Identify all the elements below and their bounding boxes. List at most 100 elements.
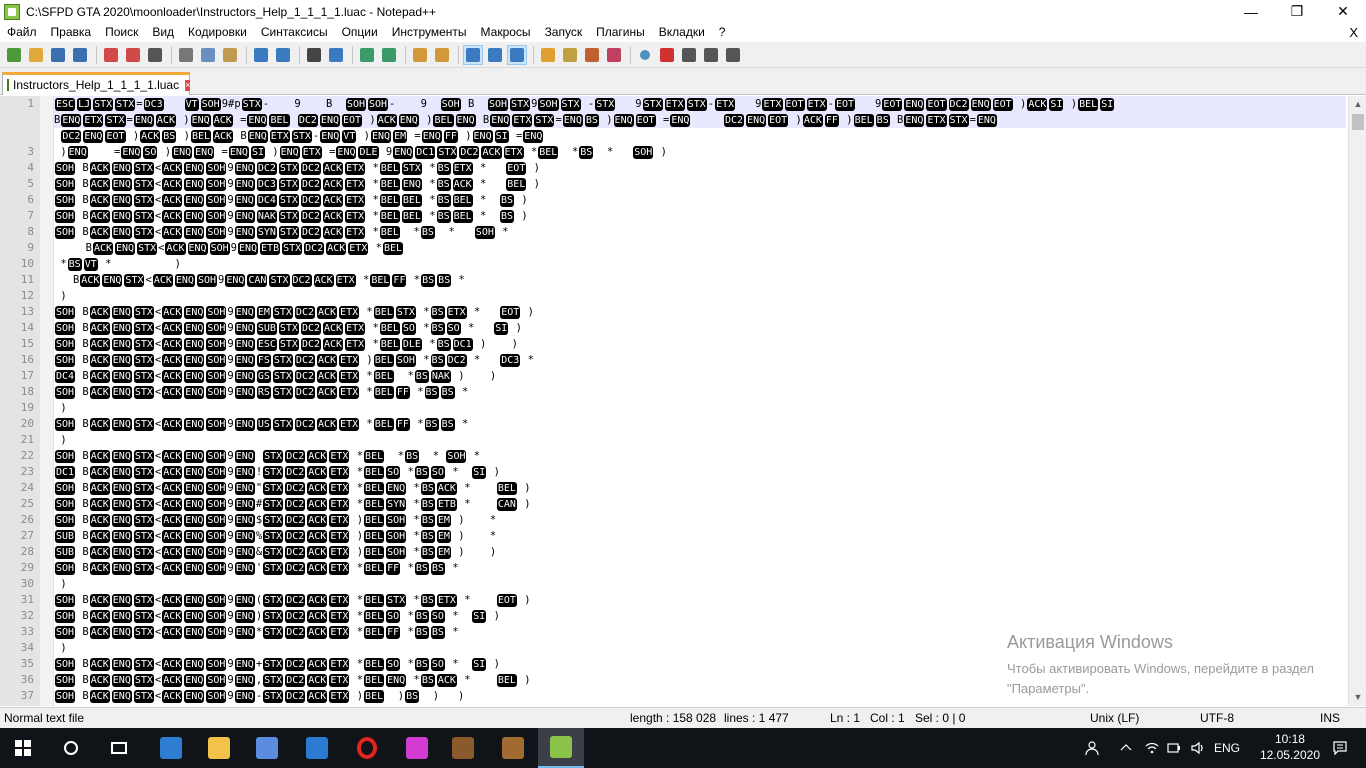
taskbar-mail[interactable] [294, 728, 340, 768]
control-char-badge: ENQ [111, 498, 132, 511]
control-char-badge: BS [420, 546, 435, 559]
menu-edit[interactable]: Правка [44, 23, 99, 42]
tab-close-icon[interactable]: × [185, 79, 191, 91]
control-char-badge: STX [93, 98, 114, 111]
close-button[interactable]: ✕ [1320, 0, 1366, 23]
replace-icon [329, 47, 343, 62]
taskbar-opera[interactable] [344, 728, 390, 768]
open-file-button[interactable] [26, 45, 46, 65]
control-char-badge: ENQ [234, 338, 255, 351]
scroll-down-icon[interactable]: ▼ [1349, 689, 1366, 706]
find-button[interactable] [304, 45, 324, 65]
control-char-badge: DC2 [285, 482, 306, 495]
control-char-badge: SOH [440, 98, 461, 111]
folder-workspace-button[interactable] [582, 45, 602, 65]
restore-button[interactable]: ❐ [1274, 0, 1320, 23]
replace-button[interactable] [326, 45, 346, 65]
control-char-badge: ACK [376, 114, 397, 127]
control-char-badge: ENQ [234, 210, 255, 223]
menu-settings[interactable]: Опции [335, 23, 385, 42]
menu-help[interactable]: ? [712, 23, 733, 42]
taskbar-search[interactable] [48, 728, 94, 768]
monitor-button[interactable] [604, 45, 624, 65]
menu-language[interactable]: Синтаксисы [254, 23, 335, 42]
control-char-badge: BEL [379, 194, 400, 207]
record-macro-button[interactable] [635, 45, 655, 65]
tray-chevron-icon[interactable] [1116, 728, 1136, 768]
language-indicator[interactable]: ENG [1212, 728, 1242, 768]
menu-window[interactable]: Вкладки [652, 23, 712, 42]
show-all-chars-button[interactable] [485, 45, 505, 65]
save-all-button[interactable] [70, 45, 90, 65]
code-area[interactable]: ESC LJ STX STX = DC3 VT SOH 9#p STX - 9 B SOH SOH -… [54, 96, 1346, 706]
function-list-button[interactable] [560, 45, 580, 65]
code-line: SOH B ACK ENQ STX < ACK ENQ SOH 9 ENQ DC4 STX DC2 ACK… [55, 194, 528, 207]
taskbar-explorer[interactable] [196, 728, 242, 768]
control-char-badge: FF [386, 562, 401, 575]
sync-h-button[interactable] [432, 45, 452, 65]
control-char-badge: ACK [162, 482, 183, 495]
menu-encoding[interactable]: Кодировки [181, 23, 254, 42]
control-char-badge: ENQ [111, 386, 132, 399]
people-icon[interactable] [1080, 728, 1104, 768]
zoom-out-button[interactable] [379, 45, 399, 65]
editor[interactable]: 1 3 4 5 6 7 8 9 10 11 12 13 14 15 16 17 18 19 20 21 22 23 24 25… [0, 96, 1366, 706]
control-char-badge: BEL [379, 226, 400, 239]
menu-search[interactable]: Поиск [98, 23, 145, 42]
sync-v-icon [413, 47, 427, 62]
close-button[interactable] [101, 45, 121, 65]
vertical-scrollbar[interactable]: ▲ ▼ [1348, 96, 1366, 706]
notifications-icon[interactable] [1320, 728, 1360, 768]
control-char-badge: STX [133, 162, 154, 175]
redo-button[interactable] [273, 45, 293, 65]
control-char-badge: ETB [260, 242, 281, 255]
control-char-badge: STX [241, 98, 262, 111]
menu-file[interactable]: Файл [0, 23, 44, 42]
word-wrap-button[interactable] [463, 44, 483, 65]
taskbar-notepadpp[interactable] [538, 728, 584, 768]
control-char-badge: ACK [162, 562, 183, 575]
undo-button[interactable] [251, 45, 271, 65]
control-char-badge: ENQ [111, 450, 132, 463]
taskbar-edge[interactable] [148, 728, 194, 768]
taskbar-store[interactable] [244, 728, 290, 768]
indent-guide-button[interactable] [507, 44, 527, 65]
copy-button[interactable] [198, 45, 218, 65]
play-macro-button[interactable] [679, 45, 699, 65]
scroll-up-icon[interactable]: ▲ [1349, 96, 1366, 113]
taskbar-start[interactable] [0, 728, 46, 768]
stop-record-button[interactable] [657, 45, 677, 65]
network-icon[interactable] [1142, 728, 1162, 768]
taskbar-task-view[interactable] [96, 728, 142, 768]
redo-icon [276, 47, 290, 62]
control-char-badge: ENQ [225, 274, 246, 287]
taskbar-game-avatar-2[interactable] [490, 728, 536, 768]
menu-view[interactable]: Вид [145, 23, 181, 42]
battery-icon[interactable] [1164, 728, 1184, 768]
scroll-thumb[interactable] [1352, 114, 1364, 130]
control-char-badge: ENQ [111, 690, 132, 703]
new-file-button[interactable] [4, 45, 24, 65]
doc-map-button[interactable] [538, 45, 558, 65]
taskbar-game-avatar-1[interactable] [440, 728, 486, 768]
control-char-badge: ACK [307, 610, 328, 623]
clock[interactable]: 10:18 12.05.2020 [1260, 731, 1320, 763]
zoom-in-button[interactable] [357, 45, 377, 65]
save-button[interactable] [48, 45, 68, 65]
tab-document[interactable]: Instructors_Help_1_1_1_1.luac × [2, 72, 191, 95]
close-all-button[interactable] [123, 45, 143, 65]
menu-macro[interactable]: Макросы [474, 23, 538, 42]
menu-run[interactable]: Запуск [538, 23, 590, 42]
minimize-button[interactable]: — [1228, 0, 1274, 23]
taskbar-app-pink[interactable] [394, 728, 440, 768]
paste-button[interactable] [220, 45, 240, 65]
volume-icon[interactable] [1188, 728, 1208, 768]
print-button[interactable] [145, 45, 165, 65]
sync-v-button[interactable] [410, 45, 430, 65]
menu-plugins[interactable]: Плагины [589, 23, 652, 42]
cut-button[interactable] [176, 45, 196, 65]
play-multiple-button[interactable] [701, 45, 721, 65]
save-macro-button[interactable] [723, 45, 743, 65]
menu-tools[interactable]: Инструменты [385, 23, 474, 42]
close-document-button[interactable]: X [1349, 23, 1358, 42]
